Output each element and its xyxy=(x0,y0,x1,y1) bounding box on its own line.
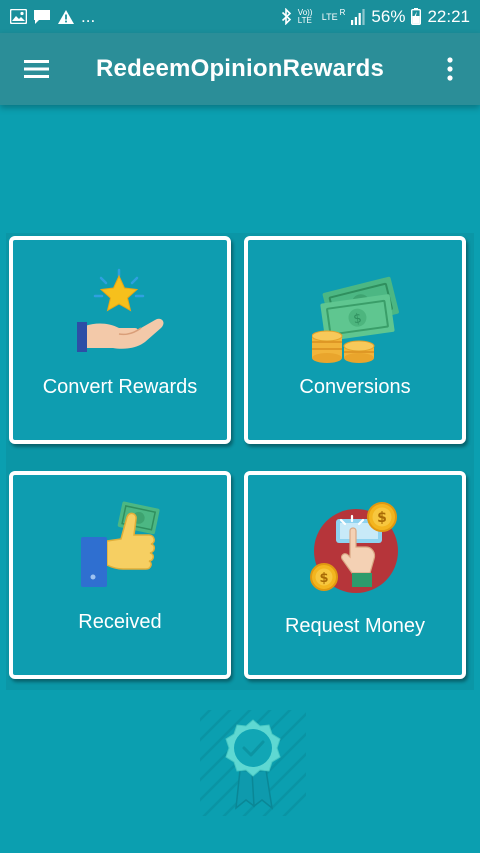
battery-percent: 56% xyxy=(371,6,406,26)
request-money-label: Request Money xyxy=(284,615,426,637)
received-label: Received xyxy=(78,611,162,633)
app-title: RedeemOpinionRewards xyxy=(96,55,385,82)
hand-star-icon xyxy=(77,268,164,352)
cash-coins-icon: $ $ xyxy=(312,276,399,363)
status-bar: ... Vo)) LTE LTE R 56% 22:21 xyxy=(0,0,480,33)
more-vert-icon[interactable] xyxy=(440,55,460,83)
tap-payment-icon: $ $ xyxy=(310,502,398,593)
svg-text:$: $ xyxy=(377,510,387,526)
clock: 22:21 xyxy=(427,6,470,26)
status-bar-left: ... xyxy=(10,7,95,27)
conversions-tile[interactable]: $ $ Conversions xyxy=(244,236,466,444)
svg-text:$: $ xyxy=(319,571,328,586)
network-volte: Vo)) LTE xyxy=(297,7,313,25)
status-ellipsis: ... xyxy=(81,6,96,26)
request-money-tile[interactable]: $ $ Request Money xyxy=(244,471,466,679)
thumbs-up-cash-icon xyxy=(81,501,160,587)
conversions-label: Conversions xyxy=(299,376,411,398)
menu-grid: Convert Rewards $ $ xyxy=(6,233,474,690)
bluetooth-icon xyxy=(281,8,292,25)
convert-rewards-label: Convert Rewards xyxy=(42,376,198,398)
signal-icon xyxy=(351,8,366,25)
received-tile[interactable]: Received xyxy=(9,471,231,679)
network-lte: LTE xyxy=(321,11,338,22)
battery-icon xyxy=(411,8,422,25)
message-icon xyxy=(33,9,51,25)
warning-icon xyxy=(57,9,75,25)
status-bar-right: Vo)) LTE LTE R 56% 22:21 xyxy=(281,7,470,27)
app-bar: RedeemOpinionRewards xyxy=(0,33,480,105)
award-badge-icon xyxy=(200,710,306,816)
hamburger-menu-icon[interactable] xyxy=(22,55,52,83)
image-icon xyxy=(10,9,27,24)
network-roaming: R xyxy=(339,8,346,17)
convert-rewards-tile[interactable]: Convert Rewards xyxy=(9,236,231,444)
